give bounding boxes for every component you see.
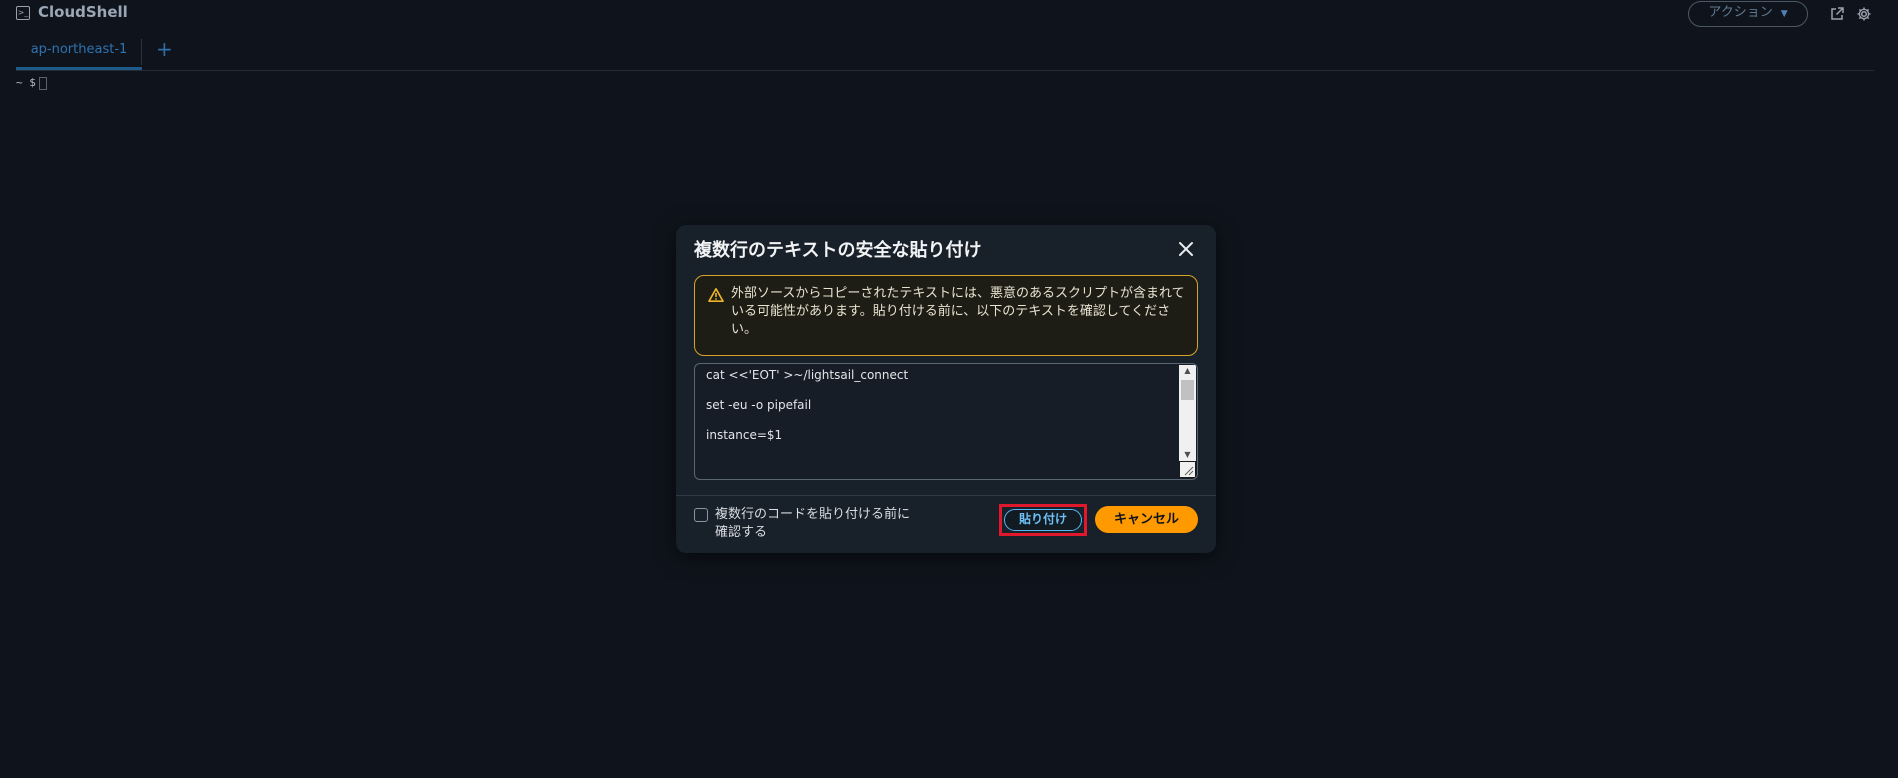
tab-ap-northeast-1[interactable]: ap-northeast-1 [16, 36, 142, 70]
terminal-icon: >_ [16, 6, 30, 20]
actions-dropdown-button[interactable]: アクション ▼ [1688, 1, 1808, 27]
warning-alert: 外部ソースからコピーされたテキストには、悪意のあるスクリプトが含まれている可能性… [694, 275, 1198, 356]
settings-gear-icon[interactable] [1856, 6, 1872, 22]
app-title: CloudShell [38, 3, 128, 21]
warning-text: 外部ソースからコピーされたテキストには、悪意のあるスクリプトが含まれている可能性… [731, 286, 1185, 337]
terminal-cursor [38, 76, 47, 90]
close-icon[interactable] [1176, 239, 1196, 259]
code-line: cat <<'EOT' >~/lightsail_connect [706, 368, 909, 382]
paste-button[interactable]: 貼り付け [1004, 509, 1082, 531]
code-line: set -eu -o pipefail [706, 398, 812, 412]
resize-handle-icon[interactable] [1179, 461, 1196, 478]
tab-divider [141, 39, 142, 65]
scrollbar-thumb[interactable] [1181, 380, 1194, 400]
footer-divider [676, 495, 1216, 496]
code-line: instance=$1 [706, 428, 783, 442]
checkbox-label: 複数行のコードを貼り付ける前に確認する [715, 507, 911, 540]
scroll-down-arrow-icon[interactable]: ▼ [1179, 449, 1196, 461]
chevron-down-icon: ▼ [1780, 9, 1788, 19]
actions-label: アクション [1708, 5, 1773, 20]
session-tabs: ap-northeast-1 + [16, 36, 1874, 71]
add-tab-button[interactable]: + [156, 36, 173, 62]
terminal-prompt: ~ $ [16, 76, 36, 89]
terminal-area[interactable]: ~ $ [16, 76, 47, 90]
paste-button-highlight: 貼り付け [999, 504, 1087, 536]
confirm-before-paste-checkbox[interactable] [694, 508, 708, 522]
dialog-title: 複数行のテキストの安全な貼り付け [694, 240, 982, 261]
external-link-icon[interactable] [1829, 6, 1845, 22]
paste-preview-textarea[interactable]: cat <<'EOT' >~/lightsail_connect set -eu… [694, 363, 1198, 480]
vertical-scrollbar[interactable]: ▲ ▼ [1179, 365, 1196, 461]
warning-triangle-icon [708, 287, 724, 303]
scroll-up-arrow-icon[interactable]: ▲ [1179, 365, 1196, 377]
app-header: >_ CloudShell アクション ▼ [0, 0, 1898, 28]
cancel-button[interactable]: キャンセル [1095, 506, 1198, 533]
safe-paste-dialog: 複数行のテキストの安全な貼り付け 外部ソースからコピーされたテキストには、悪意の… [676, 225, 1216, 553]
